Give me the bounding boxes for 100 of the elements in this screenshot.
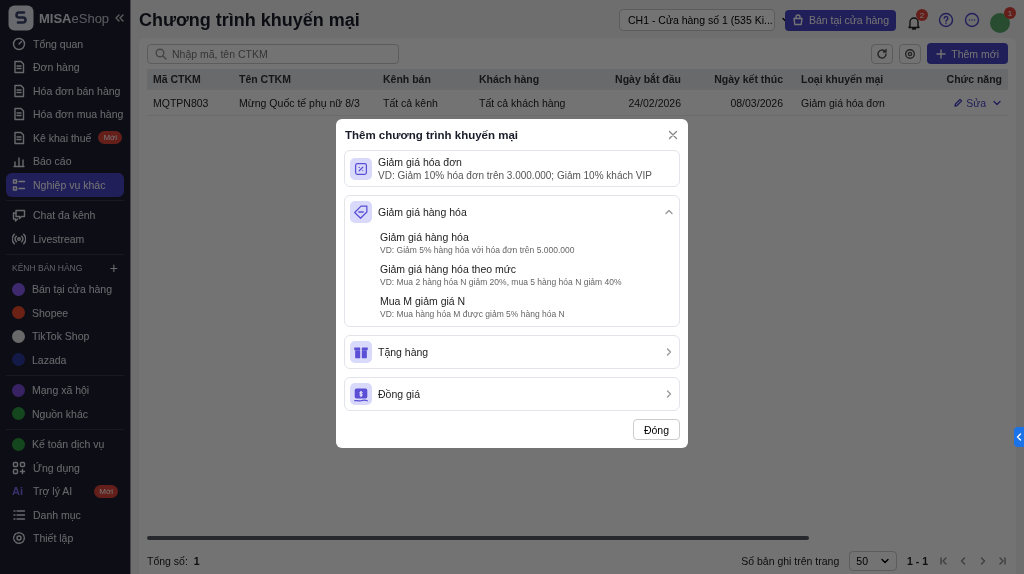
sidebar-item[interactable]: Kê khai thuế Mới xyxy=(6,126,124,150)
total-label: Tổng số: xyxy=(147,555,188,567)
document-icon xyxy=(12,83,26,98)
next-page-icon[interactable] xyxy=(978,556,988,566)
sidebar-item[interactable]: Thiết lập xyxy=(6,526,124,550)
column-header: Chức năng xyxy=(945,73,1003,85)
avatar[interactable] xyxy=(990,13,1010,33)
sidebar-item[interactable]: TikTok Shop xyxy=(6,324,124,348)
bell-icon xyxy=(906,15,922,31)
sidebar-label: Lazada xyxy=(32,353,68,366)
collapse-icon[interactable] xyxy=(114,13,125,23)
page-title: Chương trình khuyến mại xyxy=(139,9,360,31)
document-icon xyxy=(12,60,26,75)
tag-icon xyxy=(352,203,370,221)
sidebar-item[interactable]: Nghiệp vụ khác xyxy=(6,173,124,197)
option-title: Giảm giá hàng hóa theo mức xyxy=(380,263,518,275)
channel-icon xyxy=(12,282,25,296)
settings-icon xyxy=(904,47,917,60)
store-icon xyxy=(792,14,804,26)
option-card[interactable] xyxy=(344,195,680,327)
sidebar-item[interactable]: Kế toán dịch vụ xyxy=(6,432,124,456)
avatar-badge: 1 xyxy=(1004,7,1016,19)
sidebar-item[interactable]: Ứng dụng xyxy=(6,456,124,480)
sidebar-label: Hóa đơn mua hàng xyxy=(33,108,124,121)
sidebar-item[interactable]: Danh mục xyxy=(6,503,124,527)
caret-icon xyxy=(880,556,890,566)
sidebar-item[interactable]: Lazada xyxy=(6,348,124,372)
sidebar-label: Hóa đơn bán hàng xyxy=(33,84,121,97)
sidebar-label: Mạng xã hội xyxy=(32,384,91,397)
sidebar-item[interactable]: Shopee xyxy=(6,301,124,325)
sidebar-item[interactable]: Hóa đơn bán hàng xyxy=(6,79,124,103)
sub-option[interactable]: Mua M giảm giá N VD: Mua hàng hóa M được giảm 5% hàng hóa N xyxy=(380,295,674,319)
table-cell-text: Tất cả khách hàng xyxy=(478,96,567,109)
sidebar-item[interactable]: Ai Trợ lý AI Mới xyxy=(6,479,124,503)
logo-text: eShop xyxy=(71,10,110,26)
sidebar-label: Bán tại cửa hàng xyxy=(32,283,113,296)
option-description: VD: Mua 2 hàng hóa N giảm 20%, mua 5 hàng hóa N giảm 40% xyxy=(380,277,623,287)
plus-icon xyxy=(936,48,947,59)
column-header: Khách hàng xyxy=(478,73,541,85)
table-cell-text: Tất cả kênh xyxy=(382,96,439,109)
pos-button[interactable]: Bán tại cửa hàng xyxy=(785,9,896,31)
sidebar-item[interactable]: Chat đa kênh xyxy=(6,203,124,227)
option-description: VD: Giảm 5% hàng hóa với hóa đơn trên 5.000.000 xyxy=(380,245,576,255)
page-size-select[interactable]: 50 xyxy=(849,551,897,571)
side-tab[interactable] xyxy=(1014,427,1024,447)
first-page-icon[interactable] xyxy=(938,556,948,566)
total-count: 1 xyxy=(193,555,200,567)
close-button[interactable]: Đóng xyxy=(632,419,680,440)
option-card[interactable]: Đồng giá xyxy=(344,377,680,411)
ai-icon: Ai xyxy=(12,485,26,498)
broadcast-icon xyxy=(12,231,26,246)
last-page-icon[interactable] xyxy=(998,556,1008,566)
pencil-icon xyxy=(953,97,964,108)
settings-button[interactable] xyxy=(899,43,922,64)
notification-button[interactable]: 2 xyxy=(906,9,928,31)
previous-page-icon[interactable] xyxy=(958,556,968,566)
option-title: Mua M giảm giá N xyxy=(380,295,467,307)
sub-option[interactable]: Giảm giá hàng hóa VD: Giảm 5% hàng hóa với hóa đơn trên 5.000.000 xyxy=(380,231,674,255)
option-description: VD: Giảm 10% hóa đơn trên 3.000.000; Giảm 10% khách VIP xyxy=(378,170,653,181)
column-header: Ngày bắt đầu xyxy=(614,73,682,85)
sidebar-item[interactable]: Đơn hàng xyxy=(6,55,124,79)
section-heading: KÊNH BÁN HÀNG xyxy=(12,262,83,273)
document-icon xyxy=(12,107,26,122)
channel-icon xyxy=(12,306,25,320)
sidebar-item[interactable]: Tổng quan xyxy=(6,32,124,56)
option-card[interactable]: Tặng hàng xyxy=(344,335,680,369)
option-title: Giảm giá hàng hóa xyxy=(380,231,470,243)
sub-option[interactable]: Giảm giá hàng hóa theo mức VD: Mua 2 hàng hóa N giảm 20%, mua 5 hàng hóa N giảm 40% xyxy=(380,263,674,287)
sidebar-item[interactable]: Nguồn khác xyxy=(6,402,124,426)
sidebar-label: Shopee xyxy=(32,306,70,319)
option-title: Giảm giá hàng hóa xyxy=(378,206,468,218)
help-icon[interactable] xyxy=(938,12,954,28)
sidebar-label: Nghiệp vụ khác xyxy=(33,178,107,191)
sidebar-item[interactable]: Mạng xã hội xyxy=(6,378,124,402)
page-range: 1 - 1 xyxy=(907,555,928,567)
sidebar-label: Tổng quan xyxy=(33,37,85,50)
more-icon[interactable] xyxy=(964,12,980,28)
column-header: Ngày kết thúc xyxy=(713,73,784,85)
sidebar-item[interactable]: Hóa đơn mua hàng xyxy=(6,102,124,126)
list-icon xyxy=(12,177,26,192)
table-cell-text: Giảm giá hóa đơn xyxy=(800,96,886,109)
apps-icon xyxy=(12,460,26,475)
refresh-icon xyxy=(876,47,889,60)
sidebar-label: Kế toán dịch vụ xyxy=(32,438,106,451)
option-card[interactable]: Giảm giá hóa đơn VD: Giảm 10% hóa đơn trên 3.000.000; Giảm 10% khách VIP xyxy=(344,150,680,187)
channel-icon xyxy=(12,353,25,367)
sidebar-item[interactable]: Livestream xyxy=(6,227,124,251)
add-new-button[interactable]: Thêm mới xyxy=(927,43,1008,64)
search-field[interactable]: Nhập mã, tên CTKM xyxy=(147,43,399,64)
refresh-button[interactable] xyxy=(871,43,894,64)
sidebar-item[interactable]: Bán tại cửa hàng xyxy=(6,277,124,301)
add-button[interactable]: + xyxy=(109,260,118,275)
close-icon[interactable] xyxy=(668,129,678,140)
column-header: Loại khuyến mại xyxy=(800,73,885,85)
sidebar-label: Thiết lập xyxy=(33,532,75,545)
sidebar-label: Báo cáo xyxy=(33,155,73,168)
chat-icon xyxy=(12,208,26,223)
edit-button[interactable]: Sửa xyxy=(953,96,986,109)
gauge-icon xyxy=(12,36,26,51)
sidebar-item[interactable]: Báo cáo xyxy=(6,149,124,173)
